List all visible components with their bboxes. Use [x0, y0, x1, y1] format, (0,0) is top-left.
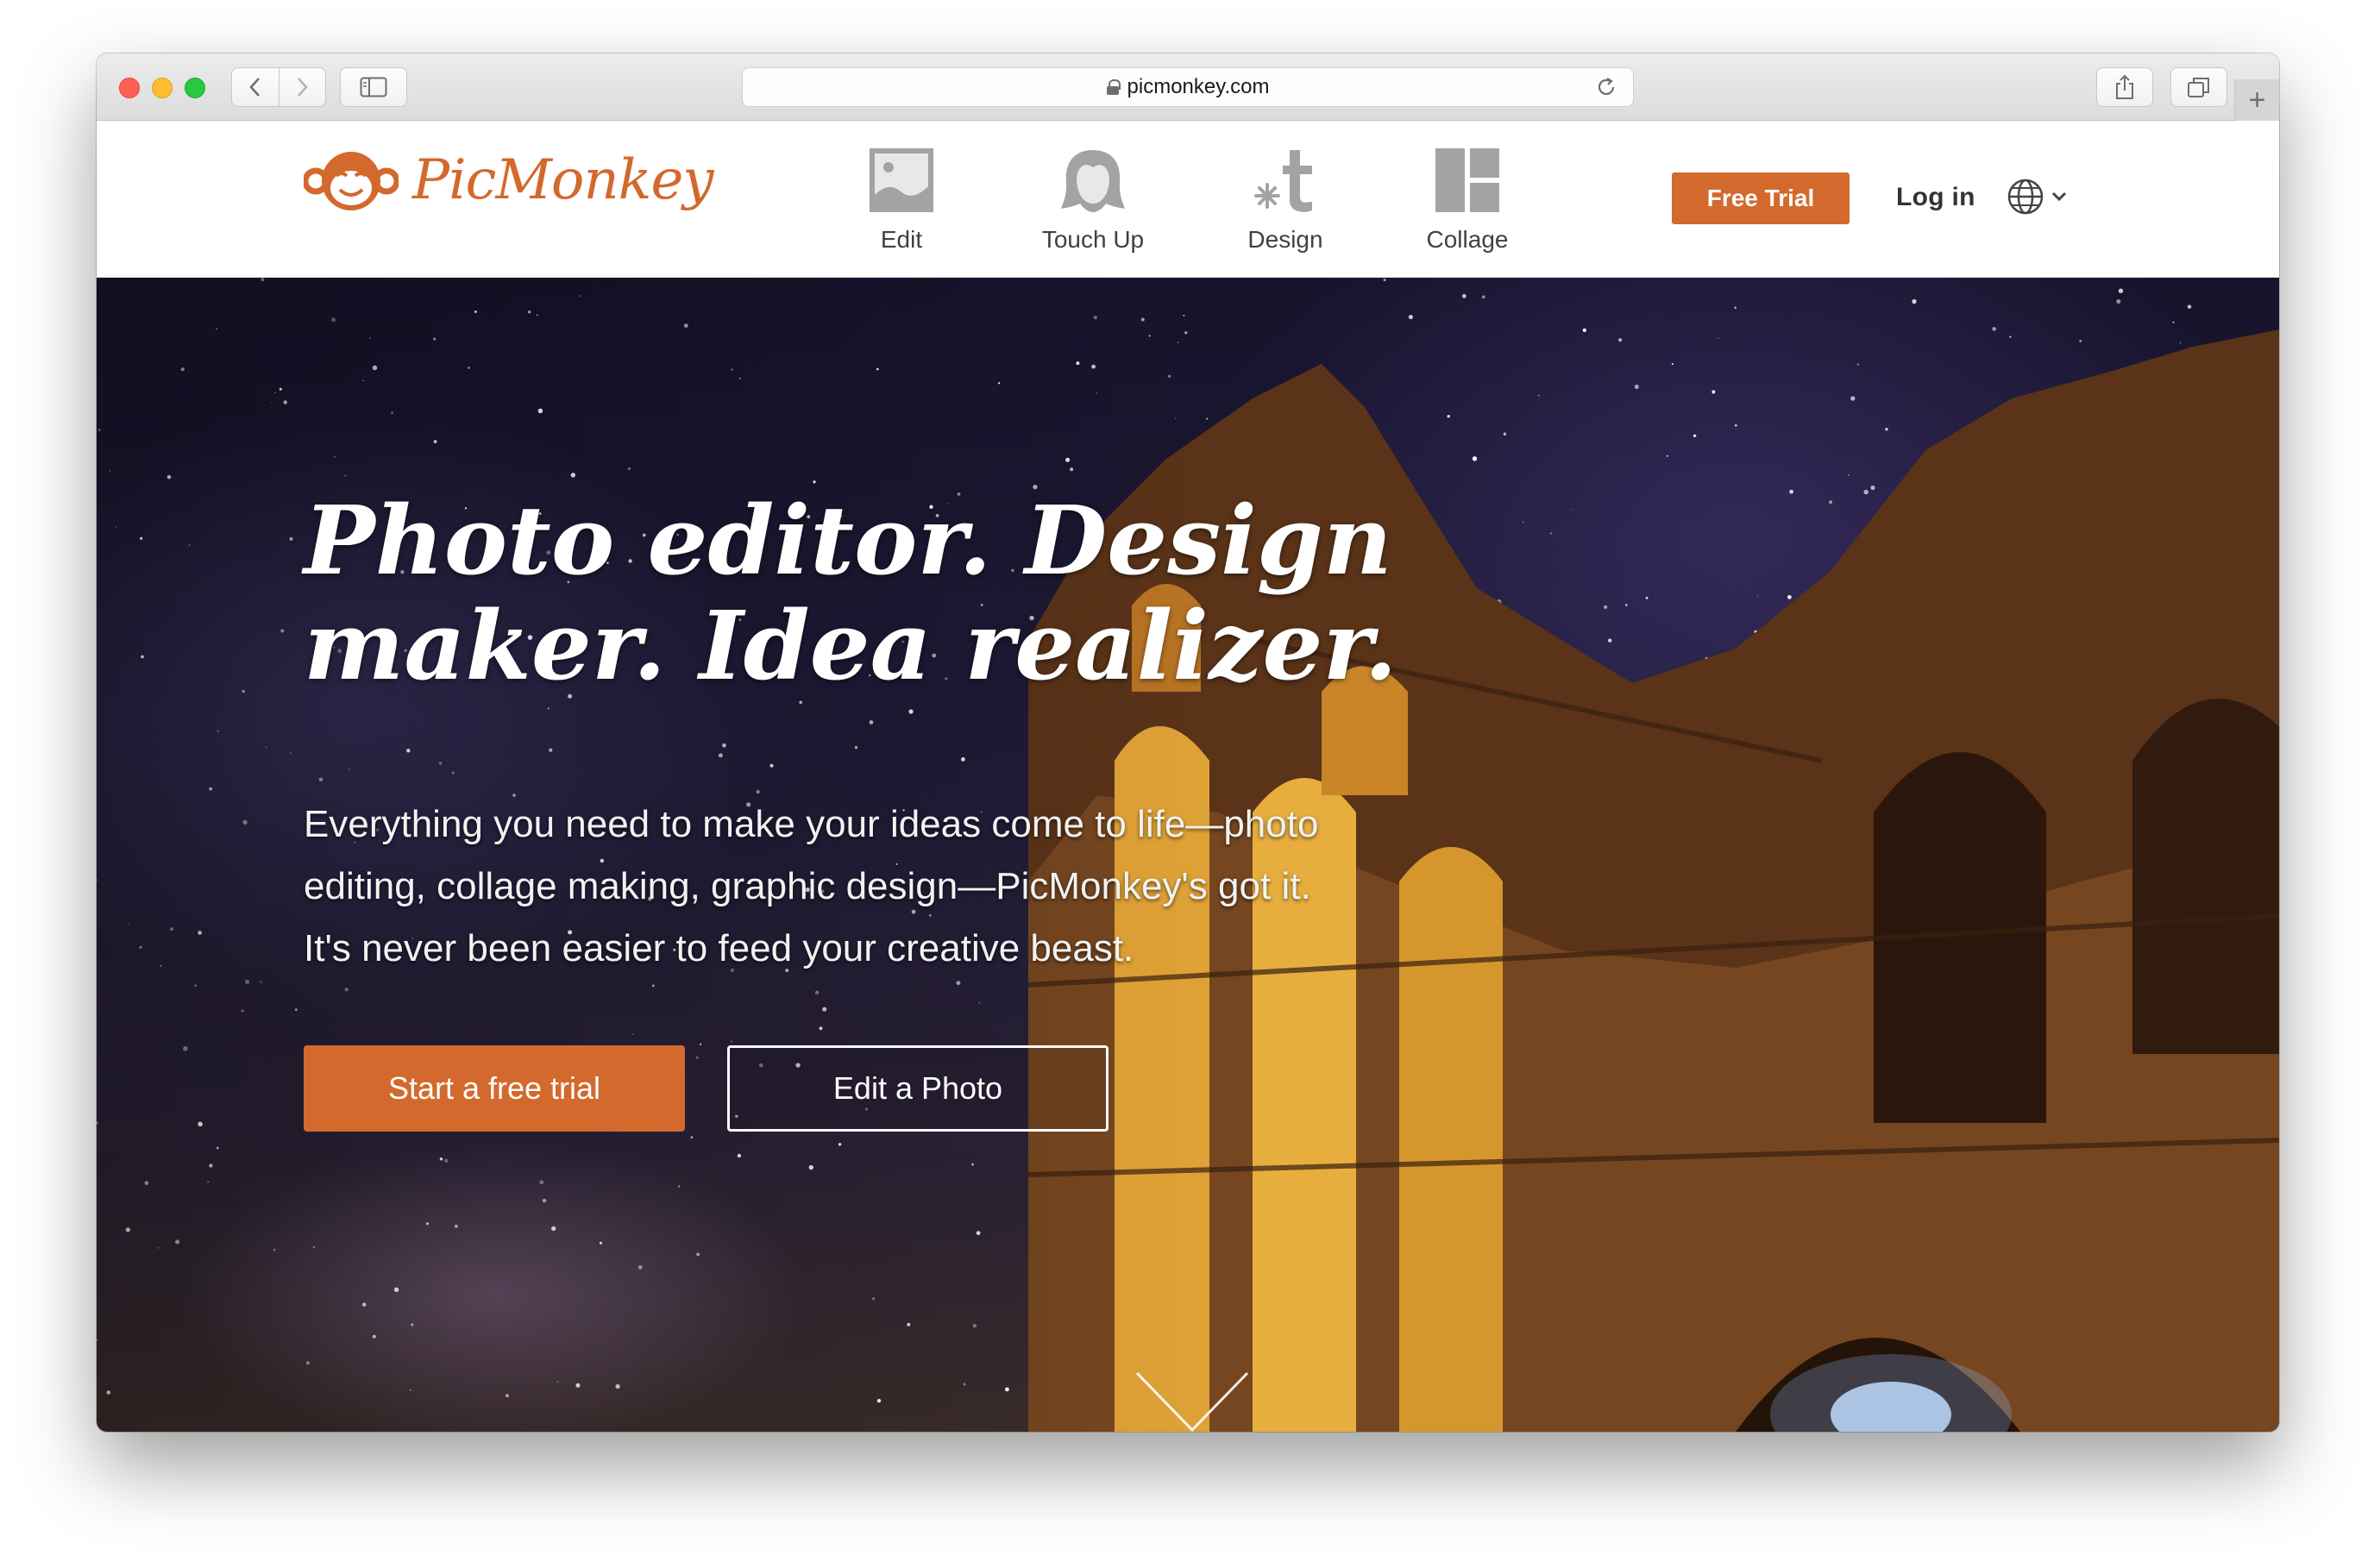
login-link[interactable]: Log in	[1896, 183, 1975, 212]
share-button[interactable]	[2096, 67, 2153, 107]
picmonkey-logo[interactable]: PicMonkey	[304, 145, 713, 216]
site-header: PicMonkey Edit Touch Up Design Collage F…	[97, 121, 2279, 278]
browser-window: picmonkey.com + PicMonkey Edit Touch Up …	[97, 53, 2279, 1432]
nav-touch-up-label: Touch Up	[1041, 226, 1145, 253]
hero-headline-line-1: Photo editor. Design	[304, 485, 1392, 596]
close-window-button[interactable]	[119, 78, 140, 98]
history-nav-group	[231, 67, 326, 107]
collage-icon	[1435, 148, 1499, 212]
hero-subheading-line-3: It's never been easier to feed your crea…	[304, 927, 1134, 969]
language-selector[interactable]	[2007, 178, 2069, 216]
free-trial-button[interactable]: Free Trial	[1672, 172, 1850, 224]
address-url: picmonkey.com	[1127, 75, 1270, 98]
zoom-window-button[interactable]	[185, 78, 205, 98]
edit-photo-button[interactable]: Edit a Photo	[727, 1045, 1108, 1132]
hero-subheading-line-1: Everything you need to make your ideas c…	[304, 803, 1319, 845]
new-tab-button[interactable]: +	[2234, 79, 2279, 121]
address-bar[interactable]: picmonkey.com	[742, 67, 1634, 107]
hero-subheading: Everything you need to make your ideas c…	[304, 793, 1529, 980]
monkey-logo-icon	[304, 152, 399, 210]
logo-wordmark: PicMonkey	[412, 148, 713, 212]
face-icon	[1061, 150, 1125, 212]
design-icon	[1254, 150, 1312, 212]
photo-icon	[870, 148, 933, 212]
chevron-left-icon	[249, 78, 260, 97]
nav-edit[interactable]: Edit	[832, 147, 970, 254]
share-icon	[2116, 74, 2133, 99]
lock-icon	[1106, 79, 1121, 95]
plus-icon: +	[2248, 83, 2266, 116]
nav-edit-label: Edit	[880, 226, 923, 253]
chevron-right-icon	[298, 78, 309, 97]
back-button[interactable]	[232, 68, 279, 106]
sidebar-icon	[360, 77, 387, 97]
globe-icon	[2007, 179, 2044, 215]
nav-collage-label: Collage	[1426, 226, 1509, 253]
forward-button[interactable]	[278, 68, 325, 106]
show-tabs-button[interactable]	[2170, 67, 2227, 107]
nav-design[interactable]: Design	[1216, 147, 1354, 254]
chevron-down-icon	[2051, 191, 2067, 202]
nav-design-label: Design	[1247, 226, 1323, 253]
reload-icon[interactable]	[1595, 76, 1617, 98]
hero-subheading-line-2: editing, collage making, graphic design—…	[304, 865, 1311, 907]
minimize-window-button[interactable]	[152, 78, 173, 98]
scroll-down-chevron-icon[interactable]	[1132, 1368, 1253, 1432]
nav-touch-up[interactable]: Touch Up	[1024, 147, 1162, 254]
hero-headline-line-2: maker. Idea realizer.	[304, 590, 1397, 701]
hero-section: Photo editor. Design maker. Idea realize…	[97, 278, 2279, 1432]
hero-headline: Photo editor. Design maker. Idea realize…	[304, 488, 1425, 699]
sidebar-toggle-button[interactable]	[340, 67, 407, 107]
browser-toolbar: picmonkey.com +	[97, 53, 2279, 121]
tabs-overview-icon	[2188, 78, 2209, 97]
nav-collage[interactable]: Collage	[1398, 147, 1536, 254]
start-free-trial-button[interactable]: Start a free trial	[304, 1045, 685, 1132]
